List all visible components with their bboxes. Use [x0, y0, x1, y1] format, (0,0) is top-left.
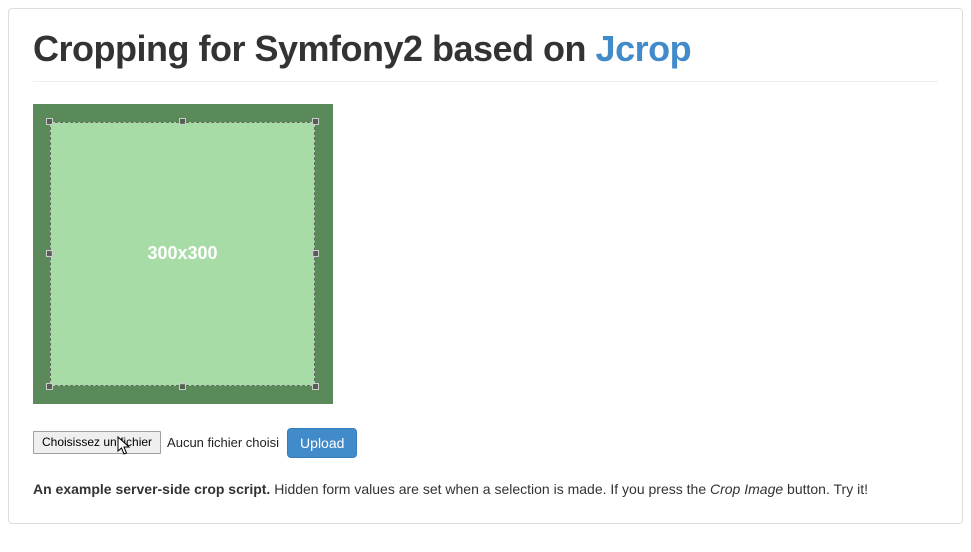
jcrop-holder[interactable]: 300x300 300x300 [33, 104, 333, 404]
crop-handle-e[interactable] [312, 250, 319, 257]
main-panel: Cropping for Symfony2 based on Jcrop 300… [8, 8, 963, 524]
description-middle: Hidden form values are set when a select… [270, 481, 710, 497]
page-title: Cropping for Symfony2 based on Jcrop [33, 29, 938, 69]
upload-button[interactable]: Upload [287, 428, 357, 458]
description-bold: An example server-side crop script. [33, 481, 270, 497]
file-status-text: Aucun fichier choisi [167, 435, 279, 450]
title-prefix: Cropping for Symfony2 based on [33, 28, 596, 69]
jcrop-link[interactable]: Jcrop [596, 28, 692, 69]
selection-label: 300x300 [147, 243, 217, 264]
title-divider [33, 81, 938, 82]
crop-handle-se[interactable] [312, 383, 319, 390]
crop-handle-nw[interactable] [46, 118, 53, 125]
crop-handle-w[interactable] [46, 250, 53, 257]
crop-handle-ne[interactable] [312, 118, 319, 125]
crop-handle-s[interactable] [179, 383, 186, 390]
crop-handle-sw[interactable] [46, 383, 53, 390]
controls-row: Choisissez un fichier Aucun fichier choi… [33, 428, 938, 458]
choose-file-button[interactable]: Choisissez un fichier [33, 431, 161, 454]
crop-handle-n[interactable] [179, 118, 186, 125]
crop-selection[interactable]: 300x300 [50, 122, 315, 386]
description-text: An example server-side crop script. Hidd… [33, 480, 938, 500]
description-em: Crop Image [710, 481, 783, 497]
description-tail: button. Try it! [783, 481, 868, 497]
